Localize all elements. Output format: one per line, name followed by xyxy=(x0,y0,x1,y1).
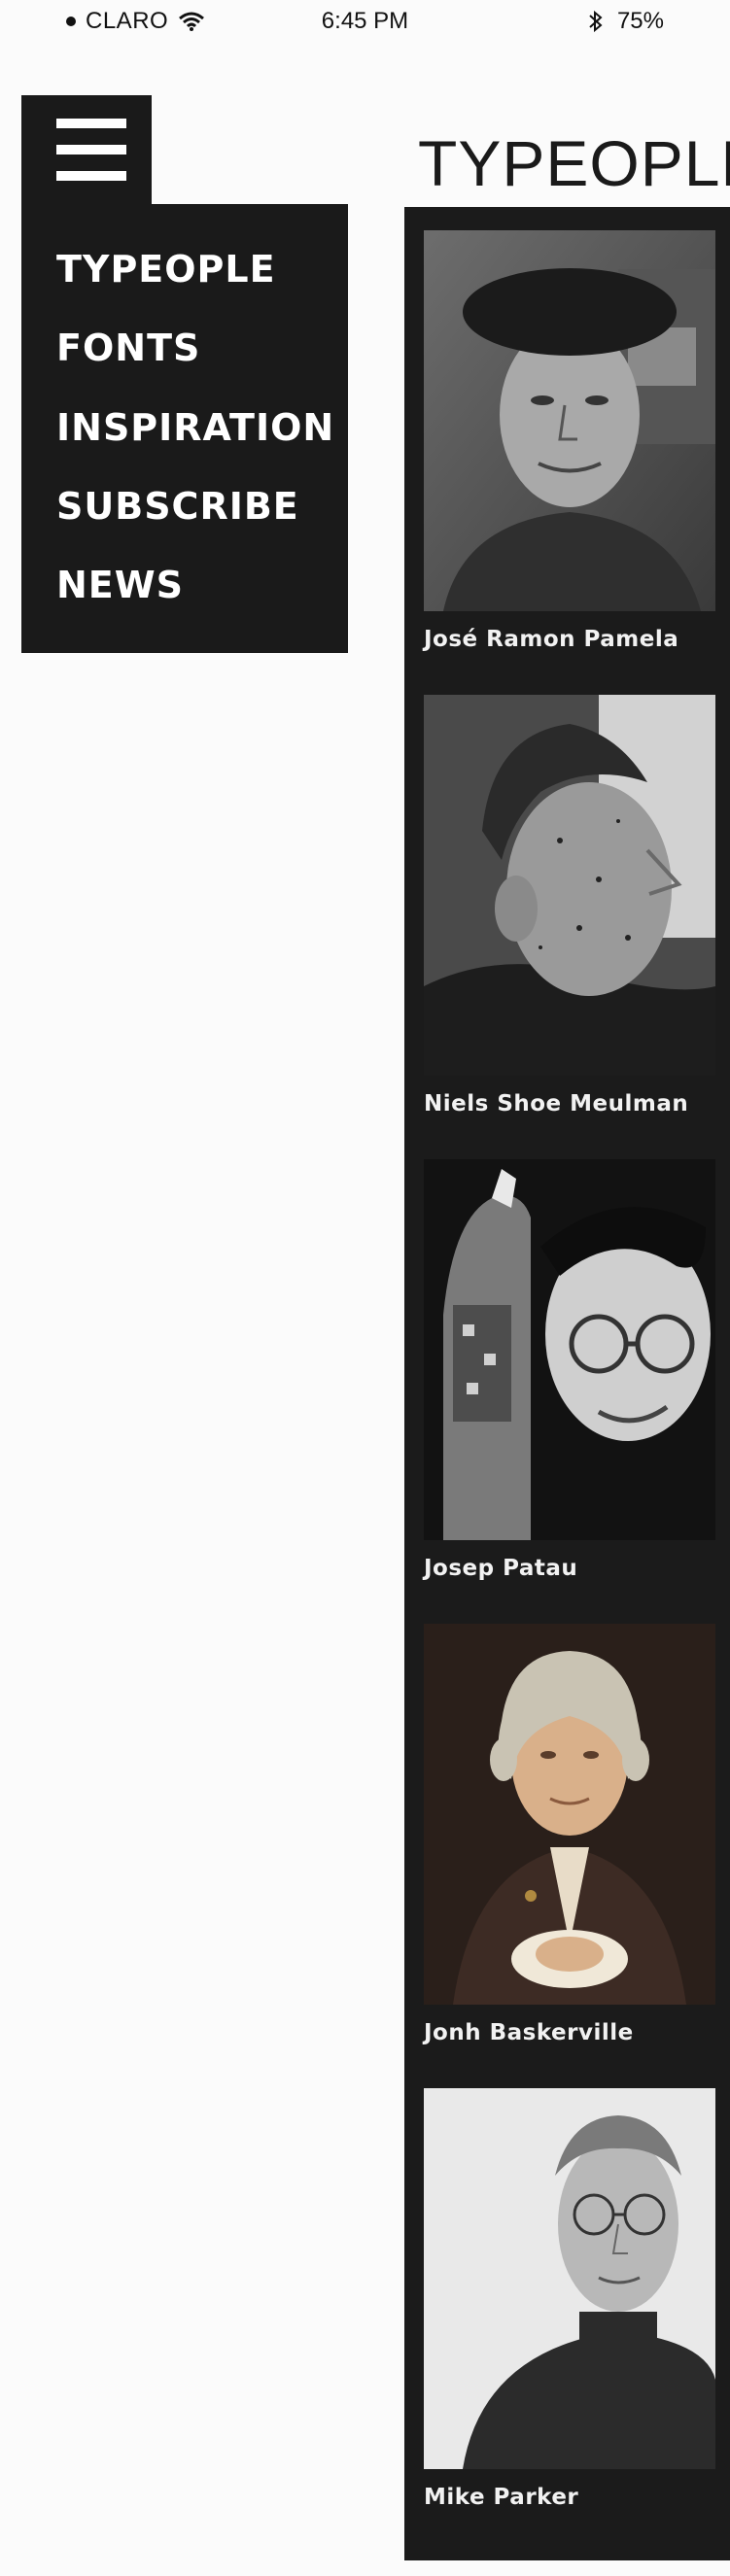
person-name: Jonh Baskerville xyxy=(424,2020,634,2045)
portrait-image xyxy=(424,1159,715,1540)
page: CLARO 6:45 PM 75% TYPEOPLE FONTS INSPIRA… xyxy=(0,0,730,2576)
nav-item-news[interactable]: NEWS xyxy=(56,564,184,606)
hamburger-icon-bar xyxy=(56,145,126,155)
person-name: Josep Patau xyxy=(424,1556,578,1581)
nav-item-typeople[interactable]: TYPEOPLE xyxy=(56,248,276,291)
status-bar: CLARO 6:45 PM 75% xyxy=(0,0,730,43)
person-name: Mike Parker xyxy=(424,2485,579,2510)
people-list: José Ramon Pamela Niels Shoe Meulman Jos… xyxy=(404,207,730,2560)
bluetooth-icon xyxy=(588,10,604,33)
hamburger-icon-bar xyxy=(56,171,126,181)
person-name: Niels Shoe Meulman xyxy=(424,1091,689,1116)
page-title: TYPEOPLE xyxy=(418,127,730,199)
battery-level: 75% xyxy=(616,8,664,34)
hamburger-icon-bar xyxy=(56,119,126,128)
person-name: José Ramon Pamela xyxy=(424,627,679,652)
status-right: 75% xyxy=(588,8,664,35)
nav-item-subscribe[interactable]: SUBSCRIBE xyxy=(56,485,299,528)
portrait-image xyxy=(424,1624,715,2005)
portrait-image xyxy=(424,2088,715,2469)
nav-item-fonts[interactable]: FONTS xyxy=(56,326,200,369)
menu-toggle-button[interactable] xyxy=(21,95,152,207)
nav-menu: TYPEOPLE FONTS INSPIRATION SUBSCRIBE NEW… xyxy=(21,204,348,653)
nav-item-inspiration[interactable]: INSPIRATION xyxy=(56,406,334,449)
portrait-image xyxy=(424,695,715,1076)
portrait-image xyxy=(424,230,715,611)
